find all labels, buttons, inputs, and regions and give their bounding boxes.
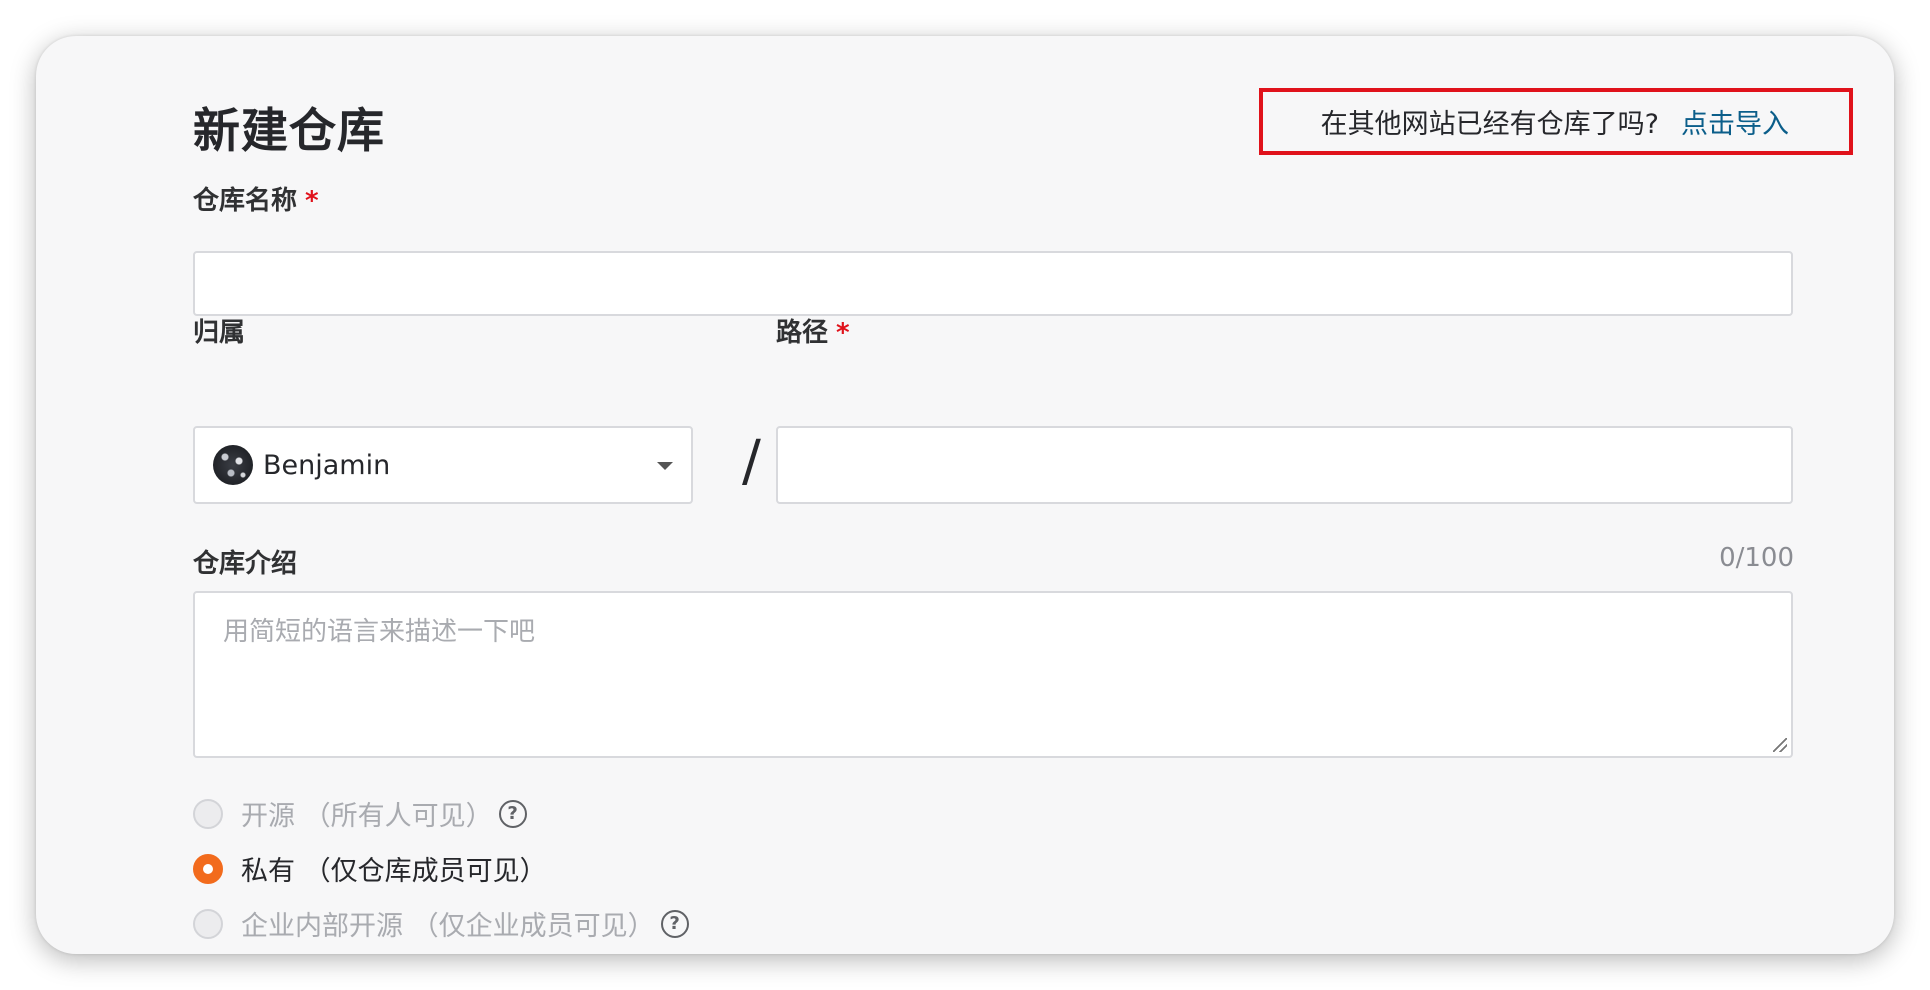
radio-label-enterprise: 企业内部开源 （仅企业成员可见） — [241, 911, 655, 942]
repo-name-label-text: 仓库名称 — [193, 186, 298, 216]
char-counter: 0/100 — [1719, 543, 1794, 573]
avatar — [213, 445, 253, 485]
help-icon[interactable]: ? — [660, 909, 689, 938]
repo-name-label: 仓库名称 * — [193, 180, 319, 217]
owner-select[interactable]: Benjamin — [193, 426, 693, 504]
radio-label-open-source: 开源 （所有人可见） — [241, 801, 493, 832]
owner-label: 归属 — [193, 318, 246, 348]
required-mark: * — [836, 318, 850, 348]
owner-name: Benjamin — [263, 449, 391, 481]
visibility-option-open-source: 开源 （所有人可见） ? — [193, 794, 527, 833]
chevron-down-icon — [657, 462, 673, 470]
radio-label-private[interactable]: 私有 （仅仓库成员可见） — [241, 849, 547, 888]
description-placeholder: 用简短的语言来描述一下吧 — [223, 617, 536, 647]
import-link[interactable]: 点击导入 — [1681, 102, 1789, 141]
description-label: 仓库介绍 — [193, 549, 298, 579]
radio-enterprise — [193, 908, 223, 939]
resize-handle-icon[interactable] — [1773, 738, 1787, 752]
visibility-option-enterprise: 企业内部开源 （仅企业成员可见） ? — [193, 904, 689, 943]
path-input[interactable] — [776, 426, 1793, 504]
page-title: 新建仓库 — [193, 104, 385, 159]
import-prompt-highlight: 在其他网站已经有仓库了吗? 点击导入 — [1259, 88, 1853, 155]
description-textarea[interactable]: 用简短的语言来描述一下吧 — [193, 591, 1793, 758]
visibility-option-private[interactable]: 私有 （仅仓库成员可见） — [193, 849, 547, 888]
help-icon[interactable]: ? — [498, 799, 527, 828]
import-question-text: 在其他网站已经有仓库了吗? — [1320, 109, 1659, 140]
radio-private[interactable] — [193, 853, 223, 884]
path-separator: / — [742, 429, 761, 494]
path-label: 路径 * — [776, 312, 850, 349]
required-mark: * — [305, 186, 319, 216]
repo-name-input[interactable] — [193, 251, 1793, 316]
radio-open-source — [193, 798, 223, 829]
new-repo-panel: 新建仓库 在其他网站已经有仓库了吗? 点击导入 仓库名称 * 归属 Benjami… — [36, 36, 1894, 954]
path-label-text: 路径 — [776, 318, 829, 348]
